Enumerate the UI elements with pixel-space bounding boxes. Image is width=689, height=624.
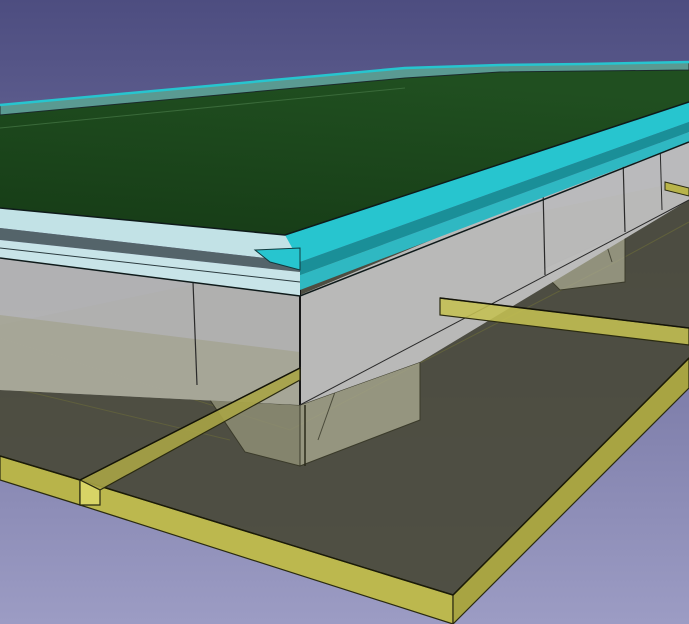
model-scene[interactable]: [0, 0, 689, 624]
3d-viewport[interactable]: [0, 0, 689, 624]
